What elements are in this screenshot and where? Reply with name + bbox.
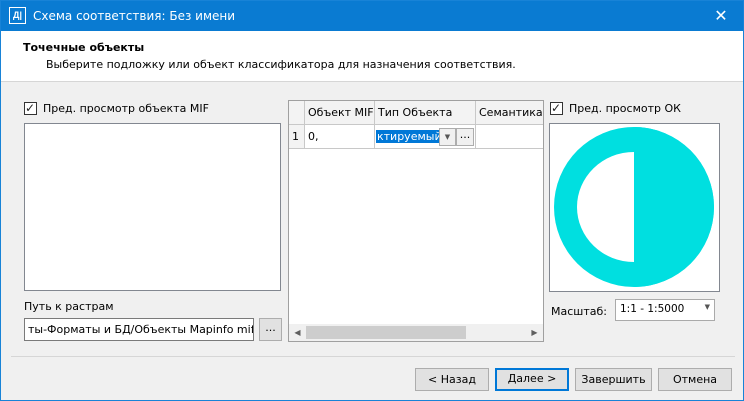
column-header-type[interactable]: Тип Объекта: [375, 101, 476, 125]
ok-preview-panel: [549, 123, 720, 292]
next-button[interactable]: Далее >: [495, 368, 569, 391]
cancel-button[interactable]: Отмена: [658, 368, 732, 391]
mapping-dialog: Д| Схема соответствия: Без имени ✕ Точеч…: [0, 0, 744, 401]
object-type-browse-button[interactable]: ...: [456, 128, 474, 146]
cell-mif-object[interactable]: 0,: [305, 125, 375, 149]
raster-path-input[interactable]: ты-Форматы и БД/Объекты Mapinfo mif mid: [24, 318, 254, 341]
scale-select[interactable]: 1:1 - 1:5000 ▼: [615, 299, 715, 321]
back-button[interactable]: < Назад: [415, 368, 489, 391]
ok-preview-label: Пред. просмотр ОК: [569, 102, 681, 115]
browse-path-button[interactable]: ...: [259, 318, 282, 341]
mif-preview-panel: [24, 123, 281, 291]
ok-preview-toggle[interactable]: ✓ Пред. просмотр ОК: [550, 101, 681, 115]
close-button[interactable]: ✕: [699, 1, 743, 31]
mif-preview-toggle[interactable]: ✓ Пред. просмотр объекта MIF: [24, 101, 209, 115]
scroll-right-icon[interactable]: ▶: [526, 324, 543, 341]
cell-object-type[interactable]: ктируемый ▼ ...: [375, 125, 476, 149]
scroll-left-icon[interactable]: ◀: [289, 324, 306, 341]
ok-preview-checkbox[interactable]: ✓: [550, 101, 563, 115]
check-icon: ✓: [25, 101, 36, 115]
object-type-editor[interactable]: ктируемый: [376, 130, 443, 143]
scroll-thumb[interactable]: [306, 326, 466, 339]
grid-horizontal-scrollbar[interactable]: ◀ ▶: [289, 324, 543, 341]
chevron-down-icon[interactable]: ▼: [705, 303, 710, 311]
column-header-semantics[interactable]: Семантика: [476, 101, 543, 125]
mif-preview-label: Пред. просмотр объекта MIF: [43, 102, 209, 115]
row-number: 1: [289, 125, 305, 149]
scale-label: Масштаб:: [551, 305, 607, 318]
table-row[interactable]: 1 0, ктируемый ▼ ...: [289, 125, 543, 149]
footer-divider: [11, 356, 735, 357]
chevron-down-icon[interactable]: ▼: [439, 128, 456, 146]
title-bar[interactable]: Д| Схема соответствия: Без имени ✕: [1, 1, 743, 31]
symbol-preview: [554, 127, 714, 287]
column-header-mif[interactable]: Объект MIF: [305, 101, 375, 125]
symbol-right-half: [634, 127, 714, 287]
mif-preview-checkbox[interactable]: ✓: [24, 101, 37, 115]
raster-path-label: Путь к растрам: [24, 300, 114, 313]
window-title: Схема соответствия: Без имени: [33, 9, 236, 23]
page-title: Точечные объекты: [23, 41, 145, 54]
page-subtitle: Выберите подложку или объект классификат…: [46, 58, 516, 71]
finish-button[interactable]: Завершить: [575, 368, 652, 391]
scale-value: 1:1 - 1:5000: [620, 303, 685, 315]
wizard-header: Точечные объекты Выберите подложку или о…: [1, 31, 743, 82]
grid-header-row: Объект MIF Тип Объекта Семантика: [289, 101, 543, 125]
grid-corner: [289, 101, 305, 125]
mapping-grid[interactable]: Объект MIF Тип Объекта Семантика 1 0, кт…: [288, 100, 544, 342]
app-icon: Д|: [9, 7, 26, 24]
cell-semantics[interactable]: [476, 125, 543, 149]
check-icon: ✓: [551, 101, 562, 115]
